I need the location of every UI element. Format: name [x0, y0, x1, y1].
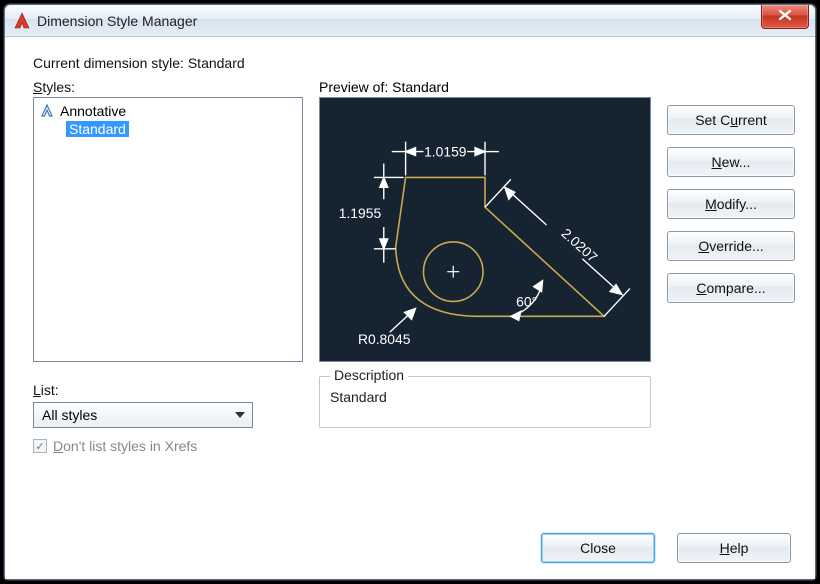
bottom-buttons: Close Help: [33, 533, 795, 563]
description-label: Description: [330, 367, 408, 383]
xref-checkbox-label: Don't list styles in Xrefs: [53, 438, 197, 454]
app-icon: [13, 12, 31, 30]
dim-diag: 2.0207: [559, 225, 601, 265]
modify-button[interactable]: Modify...: [667, 189, 795, 219]
dim-angle: 60°: [516, 293, 537, 309]
dialog-window: Dimension Style Manager Current dimensio…: [4, 4, 816, 580]
style-item-label: Standard: [66, 121, 129, 137]
style-item-standard[interactable]: Standard: [40, 120, 296, 138]
left-column: Styles: Annotative Standard List:: [33, 79, 303, 519]
combo-value: All styles: [42, 407, 97, 423]
xref-checkbox: ✓: [33, 439, 47, 453]
close-icon: [778, 9, 792, 24]
style-item-label: Annotative: [60, 103, 126, 119]
right-button-column: Set Current New... Modify... Override...…: [667, 79, 795, 519]
dim-top: 1.0159: [424, 144, 467, 160]
middle-column: Preview of: Standard: [319, 79, 651, 519]
help-button[interactable]: Help: [677, 533, 791, 563]
preview-label: Preview of: Standard: [319, 79, 651, 95]
close-button[interactable]: Close: [541, 533, 655, 563]
chevron-down-icon: [230, 405, 250, 425]
dim-radius: R0.8045: [358, 331, 411, 347]
style-item-annotative[interactable]: Annotative: [40, 102, 296, 120]
description-group: Description Standard: [319, 376, 651, 428]
override-button[interactable]: Override...: [667, 231, 795, 261]
list-label: List:: [33, 382, 303, 398]
list-section: List: All styles ✓ Don't list styles in …: [33, 382, 303, 454]
columns: Styles: Annotative Standard List:: [33, 79, 795, 519]
window-close-button[interactable]: [761, 5, 809, 29]
current-style-label: Current dimension style: Standard: [33, 55, 795, 71]
titlebar: Dimension Style Manager: [5, 5, 815, 37]
dim-left: 1.1955: [339, 205, 382, 221]
new-button[interactable]: New...: [667, 147, 795, 177]
dialog-content: Current dimension style: Standard Styles…: [5, 37, 815, 579]
list-filter-combo[interactable]: All styles: [33, 402, 253, 428]
window-title: Dimension Style Manager: [37, 13, 197, 29]
compare-button[interactable]: Compare...: [667, 273, 795, 303]
xref-checkbox-row: ✓ Don't list styles in Xrefs: [33, 438, 303, 454]
set-current-button[interactable]: Set Current: [667, 105, 795, 135]
preview-pane: 1.0159 1.1955: [319, 97, 651, 362]
styles-label: Styles:: [33, 79, 303, 95]
annotative-icon: [40, 104, 54, 118]
description-value: Standard: [330, 389, 640, 405]
styles-listbox[interactable]: Annotative Standard: [33, 97, 303, 362]
